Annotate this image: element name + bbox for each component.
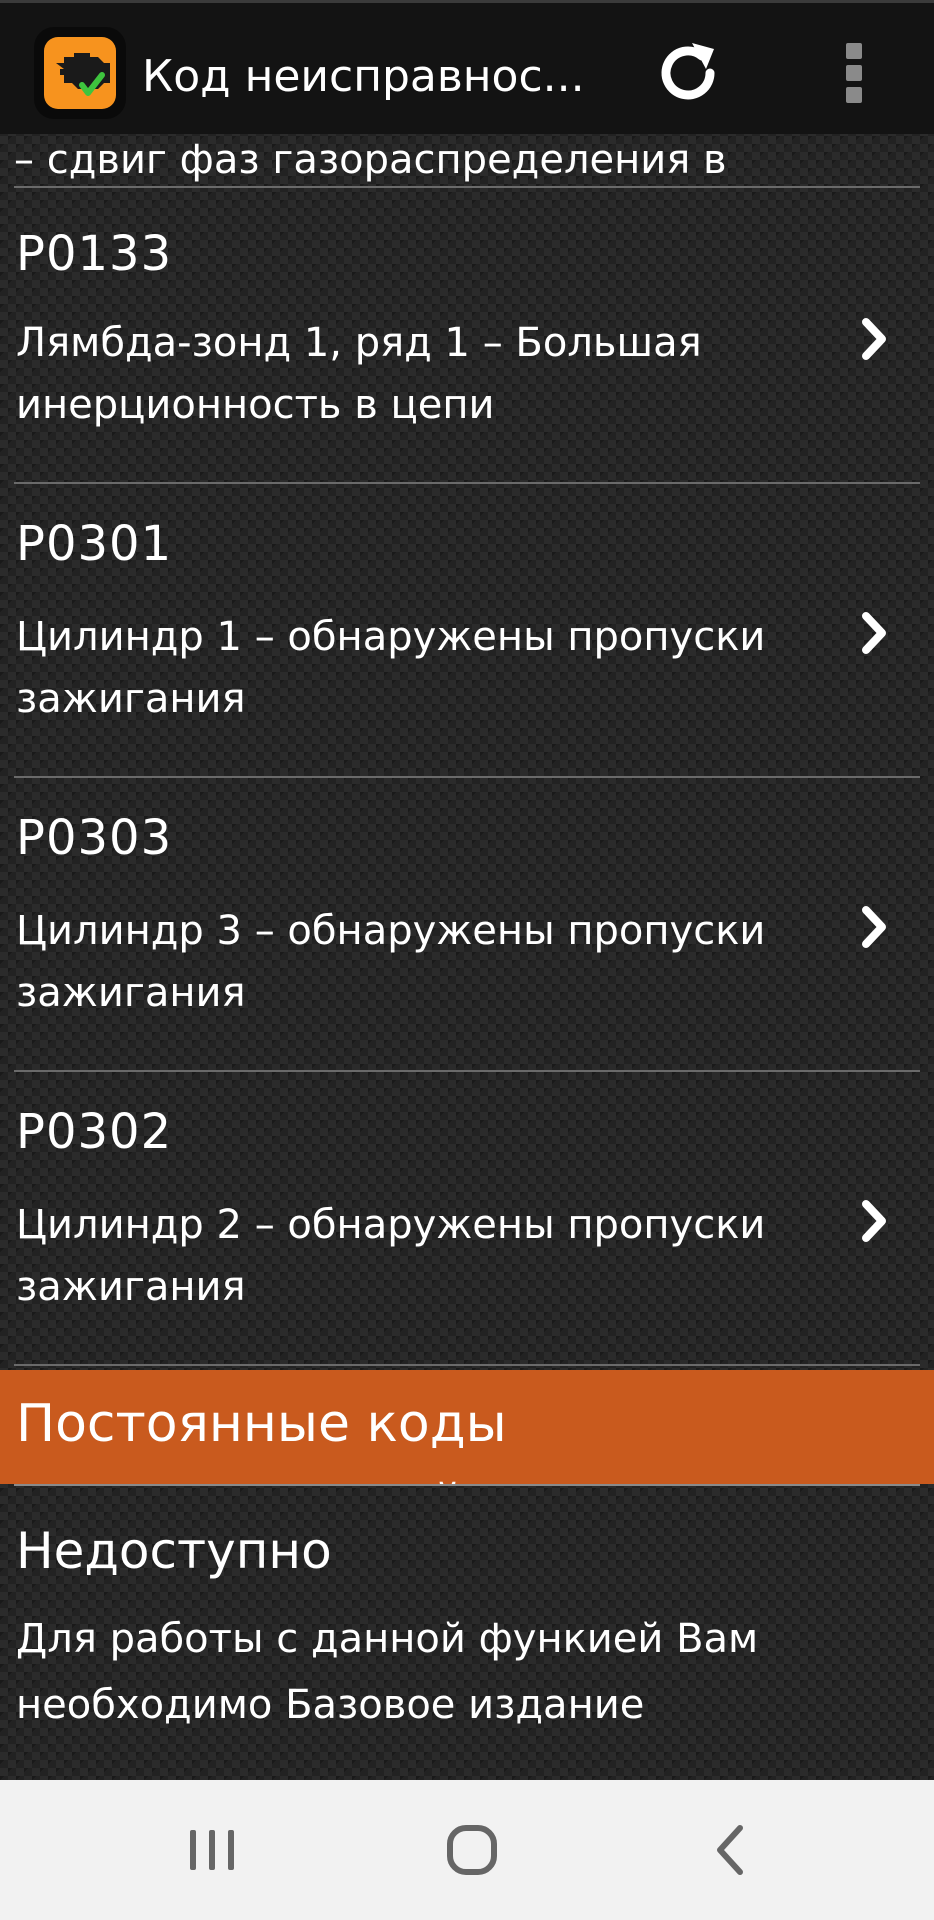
home-icon[interactable] [432,1810,512,1890]
app-bar: Код неисправнос... [0,0,934,134]
code-list-item[interactable]: P0302 Цилиндр 2 – обнаружены пропуски за… [0,1072,934,1366]
chevron-right-icon [860,610,890,656]
chevron-right-icon [860,1198,890,1244]
system-nav-bar [0,1780,934,1920]
section-title: Постоянные коды неисправностей [16,1394,507,1484]
check-engine-icon [34,27,126,119]
code-list-item[interactable]: P0303 Цилиндр 3 – обнаружены пропуски за… [0,778,934,1072]
chevron-right-icon [860,904,890,950]
section-header: Постоянные коды неисправностей [0,1370,934,1484]
code-label: P0303 [16,810,173,866]
code-list-item[interactable]: P0133 Лямбда-зонд 1, ряд 1 – Большая ине… [0,188,934,482]
app-title: Код неисправнос... [142,51,585,102]
code-description: Лямбда-зонд 1, ряд 1 – Большая инерционн… [16,320,702,428]
divider [14,1364,920,1366]
code-list-item[interactable]: P0301 Цилиндр 1 – обнаружены пропуски за… [0,484,934,778]
back-icon[interactable] [694,1810,774,1890]
code-description: Цилиндр 3 – обнаружены пропуски зажигани… [16,908,766,1016]
unavailable-description: Для работы с данной функией Вам необходи… [16,1616,759,1728]
code-label: P0301 [16,516,173,572]
recents-icon[interactable] [172,1810,252,1890]
overflow-menu-icon[interactable] [836,39,872,109]
divider [14,1484,920,1486]
refresh-icon[interactable] [650,35,726,111]
unavailable-title: Недоступно [16,1522,332,1580]
code-label: P0302 [16,1104,173,1160]
code-description: Цилиндр 1 – обнаружены пропуски зажигани… [16,614,766,722]
code-description: Цилиндр 2 – обнаружены пропуски зажигани… [16,1202,766,1310]
code-label: P0133 [16,226,173,282]
chevron-right-icon [860,316,890,362]
partial-description: – сдвиг фаз газораспределения в [14,137,727,183]
